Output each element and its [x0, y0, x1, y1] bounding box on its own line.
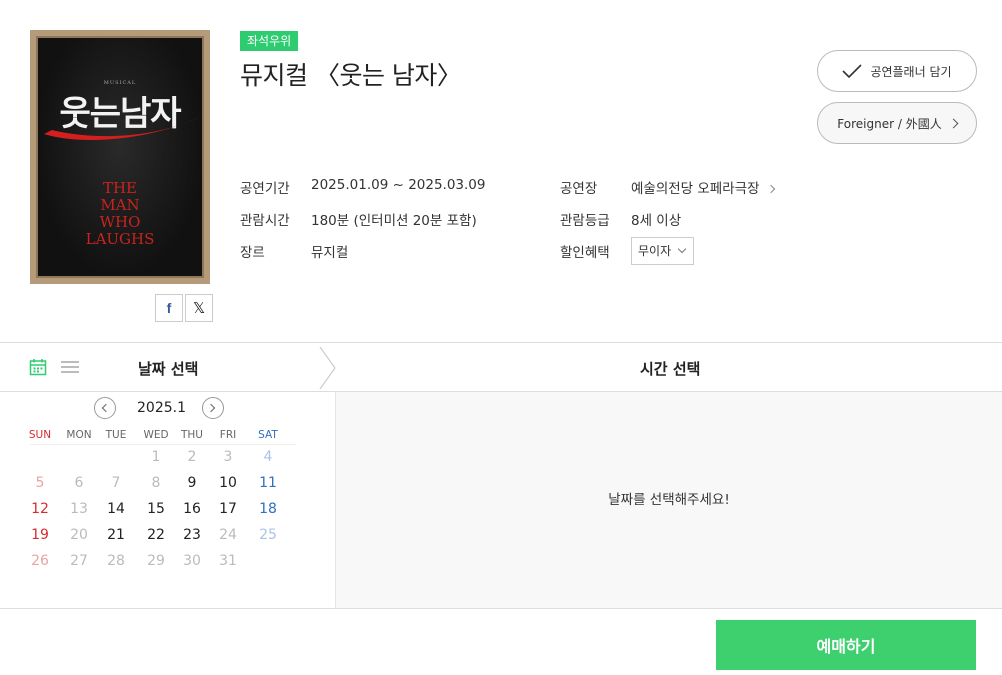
calendar-day: 3 — [223, 449, 233, 465]
weekday-mon: MON — [66, 429, 92, 441]
weekday-header: SUN MON TUE WED THU FRI SAT — [29, 429, 296, 445]
weekday-sun: SUN — [28, 429, 52, 441]
facebook-share-icon[interactable]: f — [155, 294, 183, 322]
calendar-day: 30 — [183, 553, 201, 569]
calendar-day: 26 — [31, 553, 49, 569]
chevron-right-icon — [766, 184, 775, 194]
calendar-day[interactable]: 19 — [25, 527, 55, 543]
calendar-day: 8 — [151, 475, 161, 491]
calendar-day[interactable]: 23 — [177, 527, 207, 543]
time-panel: 날짜를 선택해주세요! — [336, 392, 1002, 608]
calendar-panel: 2025.1 SUN MON TUE WED THU FRI SAT 1 2 3 4 5 6 7 8 9 10… — [0, 392, 336, 608]
calendar-day: 24 — [219, 527, 237, 543]
calendar-day: 4 — [263, 449, 273, 465]
calendar-day: 25 — [259, 527, 277, 543]
calendar-day: 28 — [107, 553, 125, 569]
poster-red-brushstroke — [44, 116, 202, 140]
calendar-day[interactable]: 21 — [101, 527, 131, 543]
check-icon — [842, 64, 863, 79]
chevron-right-icon — [948, 118, 959, 128]
booking-step-header: 날짜 선택 시간 선택 — [0, 342, 1002, 392]
calendar-day: 29 — [147, 553, 165, 569]
venue-label: 공연장 — [560, 181, 598, 197]
chevron-right-icon — [206, 403, 216, 413]
weekday-sat: SAT — [258, 429, 278, 441]
calendar-day[interactable]: 11 — [253, 475, 283, 491]
step-time-select: 시간 선택 — [640, 360, 701, 378]
page-title: 뮤지컬 〈웃는 남자〉 — [240, 61, 462, 90]
poster-image: MUSICAL 웃는남자 THE MAN WHO LAUGHS — [30, 30, 210, 284]
calendar-day[interactable]: 22 — [141, 527, 171, 543]
period-label: 공연기간 — [240, 181, 290, 197]
weekday-wed: WED — [143, 429, 169, 441]
calendar-day: 20 — [70, 527, 88, 543]
calendar-day[interactable]: 16 — [177, 501, 207, 517]
calendar-day: 13 — [70, 501, 88, 517]
prev-month-button[interactable] — [94, 397, 116, 419]
discount-dropdown[interactable]: 무이자 — [631, 237, 694, 265]
planner-button-label: 공연플래너 담기 — [870, 64, 952, 79]
calendar-day: 7 — [111, 475, 121, 491]
rating-label: 관람등급 — [560, 213, 610, 229]
venue-value[interactable]: 예술의전당 오페라극장 — [631, 181, 760, 197]
calendar-day[interactable]: 14 — [101, 501, 131, 517]
calendar-day[interactable]: 17 — [213, 501, 243, 517]
runtime-label: 관람시간 — [240, 213, 290, 229]
foreigner-button-label: Foreigner / 外國人 — [837, 116, 942, 131]
list-view-icon[interactable] — [61, 361, 79, 374]
genre-label: 장르 — [240, 245, 265, 261]
weekday-fri: FRI — [219, 429, 237, 441]
calendar-day: 5 — [35, 475, 45, 491]
poster-english-line: THE — [102, 179, 138, 197]
calendar-day[interactable]: 9 — [177, 475, 207, 491]
foreigner-button[interactable]: Foreigner / 外國人 — [817, 102, 977, 144]
booking-footer: 예매하기 — [0, 608, 1002, 675]
poster-english-line: MAN — [100, 196, 140, 214]
poster-english-line: LAUGHS — [85, 230, 155, 248]
rating-value: 8세 이상 — [631, 213, 682, 229]
runtime-value: 180분 (인터미션 20분 포함) — [311, 213, 477, 229]
calendar-day[interactable]: 12 — [25, 501, 55, 517]
genre-value: 뮤지컬 — [311, 245, 349, 261]
calendar-day[interactable]: 10 — [213, 475, 243, 491]
period-value: 2025.01.09 ~ 2025.03.09 — [311, 177, 486, 193]
calendar-view-icon[interactable] — [29, 358, 47, 376]
month-navigator: 2025.1 — [94, 397, 224, 419]
chevron-left-icon — [101, 403, 111, 413]
step-arrow-icon — [319, 347, 336, 389]
calendar-day: 2 — [187, 449, 197, 465]
step-date-select: 날짜 선택 — [138, 360, 199, 378]
discount-label: 할인혜택 — [560, 245, 610, 261]
weekday-thu: THU — [181, 429, 203, 441]
time-empty-message: 날짜를 선택해주세요! — [608, 492, 730, 508]
calendar-day[interactable]: 15 — [141, 501, 171, 517]
next-month-button[interactable] — [202, 397, 224, 419]
calendar-day: 1 — [151, 449, 161, 465]
x-share-icon[interactable]: 𝕏 — [185, 294, 213, 322]
status-badge: 좌석우위 — [240, 31, 299, 51]
weekday-tue: TUE — [105, 429, 127, 441]
poster-english-line: WHO — [99, 213, 141, 231]
current-month: 2025.1 — [137, 400, 186, 416]
discount-value: 무이자 — [638, 244, 672, 258]
calendar-day[interactable]: 18 — [253, 501, 283, 517]
calendar-day: 27 — [70, 553, 88, 569]
calendar-day: 31 — [219, 553, 237, 569]
calendar-day: 6 — [74, 475, 84, 491]
add-to-planner-button[interactable]: 공연플래너 담기 — [817, 50, 977, 92]
venue-link[interactable]: 예술의전당 오페라극장 — [631, 177, 775, 197]
chevron-down-icon — [677, 244, 687, 254]
book-button[interactable]: 예매하기 — [716, 620, 976, 670]
poster-english-title: THE MAN WHO LAUGHS — [36, 180, 204, 248]
